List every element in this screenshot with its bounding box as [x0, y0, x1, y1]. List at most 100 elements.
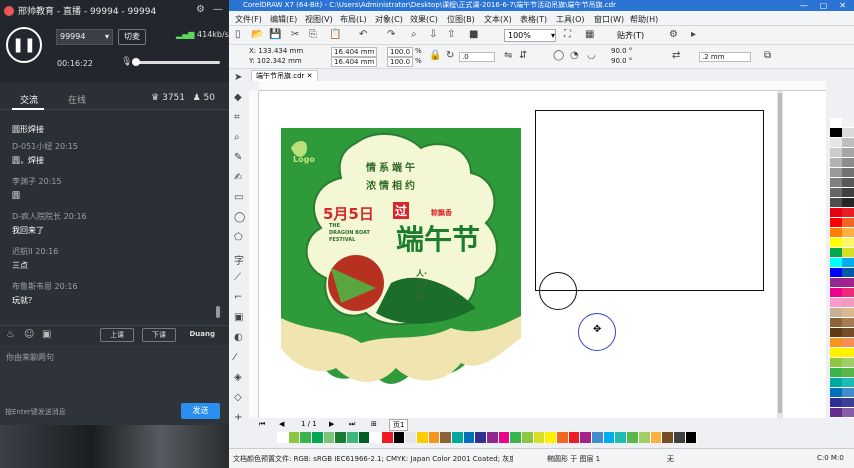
grid-icon[interactable]: ▦: [585, 29, 594, 40]
color-swatch[interactable]: [510, 432, 523, 443]
color-swatch[interactable]: [842, 268, 854, 278]
fullscreen-icon[interactable]: ⛶: [564, 29, 571, 40]
color-swatch[interactable]: [830, 258, 842, 268]
rotation-field[interactable]: .0: [459, 52, 495, 62]
color-swatch[interactable]: [830, 148, 842, 158]
width-field[interactable]: 16.404 mm: [331, 47, 378, 57]
selected-ellipse[interactable]: ✥: [578, 313, 616, 351]
next-page-icon[interactable]: ▶: [329, 420, 334, 428]
color-swatch[interactable]: [312, 432, 324, 443]
color-swatch[interactable]: [842, 138, 854, 148]
copy-icon[interactable]: ⎘: [309, 29, 317, 40]
menu-help[interactable]: 帮助(H): [630, 14, 658, 25]
color-swatch[interactable]: [842, 308, 854, 318]
paste-icon[interactable]: 📋: [329, 29, 341, 40]
search-icon[interactable]: ⌕: [411, 29, 417, 40]
color-swatch[interactable]: [347, 432, 359, 443]
prev-page-icon[interactable]: ◀: [279, 420, 284, 428]
color-swatch[interactable]: [842, 178, 854, 188]
color-swatch[interactable]: [300, 432, 313, 443]
color-swatch[interactable]: [335, 432, 348, 443]
color-swatch[interactable]: [830, 118, 842, 128]
class-start-button[interactable]: 上课: [100, 328, 134, 342]
color-swatch[interactable]: [382, 432, 394, 443]
color-swatch[interactable]: [842, 408, 854, 418]
cut-icon[interactable]: ✂: [291, 29, 299, 40]
add-tool-icon[interactable]: +: [234, 412, 242, 423]
color-swatch[interactable]: [830, 228, 842, 238]
scale-y-field[interactable]: 100.0: [387, 57, 414, 67]
color-swatch[interactable]: [277, 432, 289, 443]
color-swatch[interactable]: [842, 208, 854, 218]
mirror-h-icon[interactable]: ⇋: [504, 50, 512, 61]
color-swatch[interactable]: [830, 378, 842, 388]
menu-bitmaps[interactable]: 位图(B): [447, 14, 475, 25]
color-swatch[interactable]: [830, 398, 842, 408]
color-swatch[interactable]: [842, 298, 854, 308]
color-swatch[interactable]: [830, 318, 842, 328]
lock-ratio-icon[interactable]: 🔒: [429, 50, 441, 61]
color-swatch[interactable]: [830, 308, 842, 318]
color-swatch[interactable]: [288, 432, 301, 443]
send-button[interactable]: 发送: [181, 403, 220, 419]
color-swatch[interactable]: [615, 432, 628, 443]
color-swatch[interactable]: [830, 358, 842, 368]
color-swatch[interactable]: [650, 432, 663, 443]
shadow-tool-icon[interactable]: ▣: [234, 312, 243, 323]
color-swatch[interactable]: [842, 368, 854, 378]
menu-object[interactable]: 对象(C): [375, 14, 403, 25]
pick-tool-icon[interactable]: ➤: [234, 72, 242, 83]
color-swatch[interactable]: [830, 238, 842, 248]
color-swatch[interactable]: [842, 318, 854, 328]
color-swatch[interactable]: [475, 432, 488, 443]
shape-tool-icon[interactable]: ◆: [234, 92, 242, 103]
y-position[interactable]: Y: 102.342 mm: [249, 57, 302, 65]
color-swatch[interactable]: [830, 138, 842, 148]
end-angle[interactable]: 90.0 °: [611, 57, 632, 65]
save-icon[interactable]: 💾: [269, 29, 281, 40]
chat-input[interactable]: 你由来聊两句 按Enter键发送消息 发送: [0, 345, 229, 425]
color-swatch[interactable]: [452, 432, 464, 443]
height-field[interactable]: 16.404 mm: [331, 57, 378, 67]
color-swatch[interactable]: [830, 268, 842, 278]
import-icon[interactable]: ⇩: [429, 29, 437, 40]
color-swatch[interactable]: [830, 158, 842, 168]
menu-text[interactable]: 文本(X): [484, 14, 512, 25]
color-swatch[interactable]: [323, 432, 336, 443]
color-swatch[interactable]: [830, 348, 842, 358]
color-swatch[interactable]: [393, 432, 406, 443]
close-icon[interactable]: ✕: [307, 72, 313, 80]
menu-tools[interactable]: 工具(O): [556, 14, 585, 25]
color-swatch[interactable]: [830, 178, 842, 188]
color-swatch[interactable]: [627, 432, 639, 443]
minimize-icon[interactable]: —: [213, 4, 223, 15]
color-swatch[interactable]: [830, 338, 842, 348]
color-swatch[interactable]: [545, 432, 558, 443]
color-swatch[interactable]: [830, 408, 842, 418]
color-swatch[interactable]: [830, 128, 842, 138]
menu-file[interactable]: 文件(F): [235, 14, 262, 25]
color-swatch[interactable]: [487, 432, 499, 443]
redo-icon[interactable]: ↷: [387, 29, 395, 40]
color-swatch[interactable]: [842, 258, 854, 268]
color-swatch[interactable]: [673, 432, 686, 443]
color-swatch[interactable]: [830, 388, 842, 398]
start-angle[interactable]: 90.0 °: [611, 47, 632, 55]
dragon-boat-artwork[interactable]: Logo 情系端午 浓情相约 5月5日 过 粽飘香 THE DRAGON BOA…: [281, 128, 521, 390]
ellipse-tool-icon[interactable]: ◯: [234, 212, 245, 223]
publish-icon[interactable]: ■: [469, 29, 478, 40]
color-swatch[interactable]: [580, 432, 593, 443]
color-swatch[interactable]: [842, 128, 854, 138]
add-page-icon[interactable]: ⊞: [371, 420, 377, 428]
color-swatch[interactable]: [842, 248, 854, 258]
class-end-button[interactable]: 下课: [142, 328, 176, 342]
color-swatch[interactable]: [830, 298, 842, 308]
ellipse-shape[interactable]: [539, 272, 577, 310]
color-swatch[interactable]: [830, 288, 842, 298]
color-swatch[interactable]: [842, 348, 854, 358]
text-tool-icon[interactable]: 字: [234, 252, 244, 267]
outline-tool-icon[interactable]: ◇: [234, 392, 242, 403]
scroll-thumb[interactable]: [778, 93, 782, 413]
ellipse-icon[interactable]: ◯: [553, 50, 564, 61]
close-icon[interactable]: ✕: [839, 0, 846, 11]
